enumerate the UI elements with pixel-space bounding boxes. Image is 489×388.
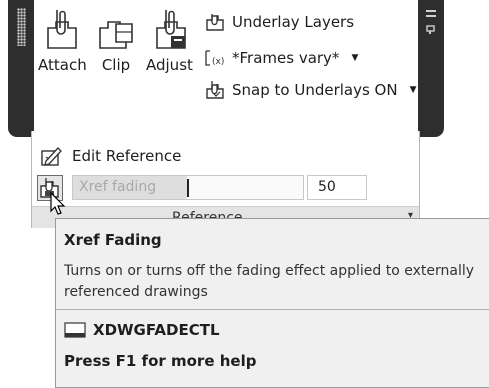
- tooltip-command: XDWGFADECTL: [64, 321, 220, 339]
- tooltip: Xref Fading Turns on or turns off the fa…: [55, 218, 489, 388]
- reference-expanded-panel: Edit Reference Xref fading 50 Reference …: [31, 131, 420, 228]
- underlay-layers-button[interactable]: Underlay Layers: [204, 12, 354, 32]
- pin-icon[interactable]: [426, 10, 436, 39]
- xref-fading-slider[interactable]: Xref fading: [72, 175, 304, 200]
- cursor-icon: [50, 192, 66, 215]
- command-name: XDWGFADECTL: [93, 321, 220, 339]
- snap-dropdown[interactable]: Snap to Underlays ON ▼: [204, 80, 417, 100]
- clip-label: Clip: [101, 56, 131, 74]
- adjust-label: Adjust: [146, 56, 193, 74]
- slider-label: Xref fading: [79, 179, 157, 195]
- frames-icon: (x): [205, 50, 224, 67]
- chevron-down-icon: ▼: [409, 85, 417, 95]
- attach-label: Attach: [38, 56, 87, 74]
- grip-icon[interactable]: [17, 8, 26, 46]
- attach-icon: [47, 10, 78, 49]
- underlay-layers-label: Underlay Layers: [232, 13, 355, 31]
- tooltip-divider: [56, 309, 489, 310]
- adjust-icon: [156, 10, 187, 49]
- ribbon-frame-left: [8, 0, 34, 137]
- tooltip-description: Turns on or turns off the fading effect …: [64, 263, 475, 300]
- tooltip-title: Xref Fading: [64, 231, 162, 249]
- frames-dropdown[interactable]: (x) *Frames vary* ▼: [204, 48, 358, 68]
- edit-reference-button[interactable]: Edit Reference: [40, 145, 181, 167]
- snap-icon: [206, 81, 224, 99]
- xref-fading-value-input[interactable]: 50: [307, 175, 367, 200]
- svg-text:(x): (x): [212, 57, 224, 67]
- reference-ribbon-panel: Attach Clip Adjust Underlay Layers (x) *: [34, 0, 418, 132]
- slider-thumb[interactable]: [187, 179, 189, 197]
- clip-button[interactable]: Clip: [96, 6, 136, 74]
- clip-icon: [99, 21, 133, 49]
- ribbon-frame-right: [418, 0, 444, 137]
- underlay-layers-icon: [206, 14, 224, 31]
- attach-button[interactable]: Attach: [38, 6, 87, 74]
- frames-label: *Frames vary*: [232, 49, 340, 67]
- snap-label: Snap to Underlays ON: [232, 81, 398, 99]
- adjust-button[interactable]: Adjust: [146, 6, 193, 74]
- command-icon: [64, 322, 86, 338]
- chevron-down-icon: ▼: [351, 53, 359, 63]
- edit-reference-label: Edit Reference: [72, 147, 182, 165]
- tooltip-help: Press F1 for more help: [64, 352, 257, 370]
- edit-reference-icon: [41, 147, 62, 166]
